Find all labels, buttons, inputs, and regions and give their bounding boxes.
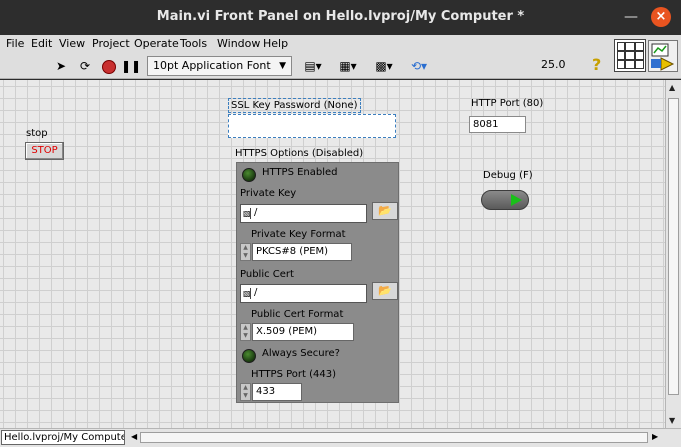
https-options-cluster: HTTPS Enabled Private Key ▧ / 📂 Private … [236,162,399,403]
public-cert-label: Public Cert [240,269,294,280]
public-cert-path[interactable]: ▧ / [240,284,367,303]
run-arrow-icon[interactable]: ➤ [53,57,69,75]
project-context[interactable]: Hello.lvproj/My Computer [1,430,125,445]
menu-edit[interactable]: Edit [31,37,52,50]
menu-bar: File Edit View Project Operate Tools Win… [0,35,681,53]
font-select[interactable]: 10pt Application Font ▼ [147,56,292,76]
always-secure-led[interactable] [242,349,256,363]
run-continuous-icon[interactable]: ⟳ [77,57,93,75]
scroll-up-icon[interactable]: ▲ [669,83,675,92]
menu-window[interactable]: Window [217,37,260,50]
reorder-icon[interactable]: ⟲▾ [406,57,432,75]
horizontal-scroll-thumb[interactable] [140,432,648,443]
https-port-label: HTTPS Port (443) [251,369,337,380]
private-key-browse-button[interactable]: 📂 [372,202,398,220]
spinner-icon[interactable]: ▲ ▼ [240,243,251,261]
http-port-label: HTTP Port (80) [471,98,544,109]
public-cert-format-label: Public Cert Format [251,309,344,320]
scroll-left-icon[interactable]: ◀ [131,432,137,441]
align-icon[interactable]: ▤▾ [300,57,326,75]
https-port-value: 433 [252,383,302,401]
private-key-format-ring[interactable]: ▲ ▼ PKCS#8 (PEM) [240,243,353,261]
debug-label: Debug (F) [483,170,533,181]
menu-help[interactable]: Help [263,37,288,50]
path-icon: ▧ [243,288,251,299]
vertical-scrollbar[interactable]: ▲ ▼ [665,80,681,428]
window-title: Main.vi Front Panel on Hello.lvproj/My C… [156,9,525,24]
resize-icon[interactable]: ▩▾ [371,57,397,75]
private-key-value: / [254,207,258,218]
menu-operate[interactable]: Operate [134,37,179,50]
menu-view[interactable]: View [59,37,85,50]
vi-icon[interactable] [648,40,678,72]
http-port-input[interactable]: 8081 [469,116,526,133]
chevron-down-icon: ▼ [279,61,286,71]
https-enabled-label: HTTPS Enabled [262,167,338,178]
debug-toggle[interactable] [481,190,529,210]
vertical-scroll-thumb[interactable] [668,98,679,395]
folder-icon: 📂 [378,204,392,217]
spinner-icon[interactable]: ▲ ▼ [240,323,251,341]
public-cert-format-value: X.509 (PEM) [252,323,354,341]
distribute-icon[interactable]: ▦▾ [335,57,361,75]
font-select-value: 10pt Application Font [153,59,271,72]
front-panel[interactable]: stop STOP SSL Key Password (None) HTTP P… [0,80,665,428]
private-key-format-value: PKCS#8 (PEM) [252,243,352,261]
scroll-down-icon[interactable]: ▼ [669,416,675,425]
private-key-label: Private Key [240,188,297,199]
public-cert-browse-button[interactable]: 📂 [372,282,398,300]
menu-tools[interactable]: Tools [180,37,207,50]
https-enabled-led[interactable] [242,168,256,182]
ssl-key-password-label: SSL Key Password (None) [228,98,361,113]
minimize-icon[interactable]: — [623,8,639,26]
public-cert-format-ring[interactable]: ▲ ▼ X.509 (PEM) [240,323,355,341]
toolbar: ➤ ⟳ ❚❚ 10pt Application Font ▼ ▤▾ ▦▾ ▩▾ … [0,53,681,79]
spinner-icon[interactable]: ▲ ▼ [240,383,251,401]
help-icon[interactable]: ? [592,55,601,74]
stop-label: stop [26,128,48,139]
connector-pane-icon[interactable] [614,39,646,72]
always-secure-label: Always Secure? [262,348,340,359]
zoom-level: 25.0 [541,58,566,71]
path-icon: ▧ [243,208,251,219]
https-options-label: HTTPS Options (Disabled) [235,148,364,159]
private-key-path[interactable]: ▧ / [240,204,367,223]
close-icon[interactable]: × [651,7,671,27]
folder-icon: 📂 [378,284,392,297]
led-on-icon [511,194,522,206]
menu-project[interactable]: Project [92,37,130,50]
title-bar: Main.vi Front Panel on Hello.lvproj/My C… [0,0,681,35]
pause-icon[interactable]: ❚❚ [121,57,141,75]
https-port-numeric[interactable]: ▲ ▼ 433 [240,383,302,401]
scroll-right-icon[interactable]: ▶ [652,432,658,441]
public-cert-value: / [254,287,258,298]
private-key-format-label: Private Key Format [251,229,346,240]
menu-file[interactable]: File [6,37,24,50]
abort-icon[interactable] [100,57,118,75]
ssl-key-password-input[interactable] [228,114,396,138]
bottom-bar: Hello.lvproj/My Computer ◀ ▶ [0,428,681,447]
stop-button[interactable]: STOP [25,142,64,160]
